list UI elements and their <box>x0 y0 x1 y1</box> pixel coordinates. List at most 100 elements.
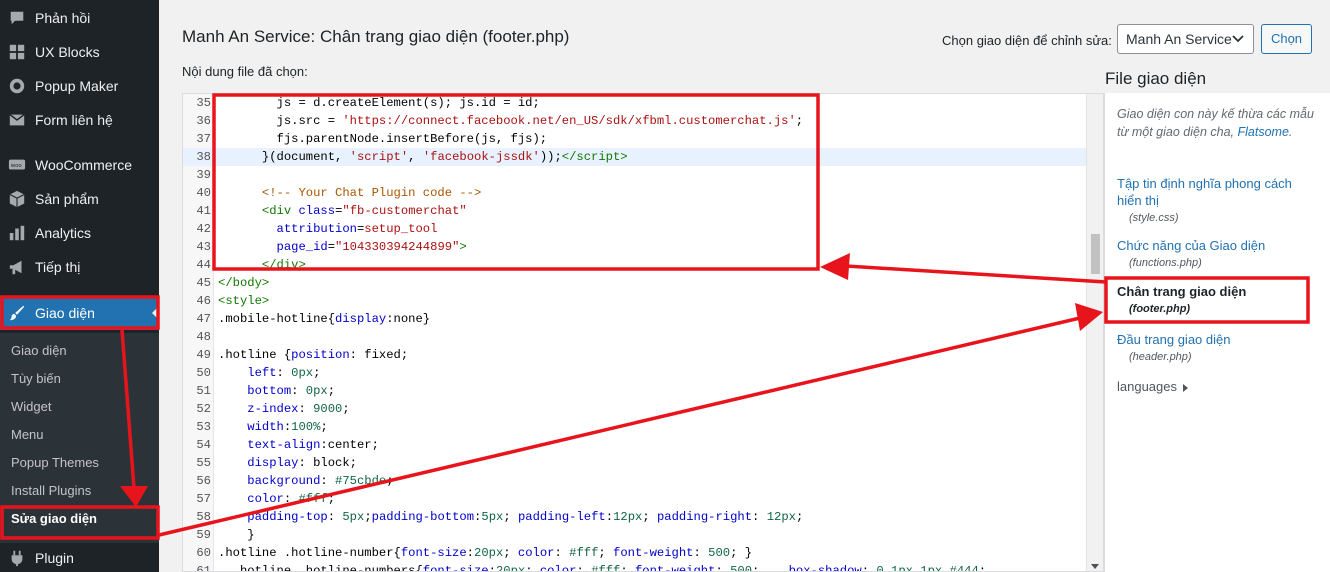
code-line[interactable]: 44 </div> <box>183 256 1086 274</box>
line-number: 41 <box>196 204 211 218</box>
code-line[interactable]: 48 <box>183 328 1086 346</box>
sidebar-item-ux-blocks[interactable]: UX Blocks <box>0 35 159 69</box>
line-number: 57 <box>196 492 211 506</box>
line-number: 48 <box>196 330 211 344</box>
line-code[interactable]: </body> <box>218 274 269 292</box>
line-code[interactable]: color: #fff; <box>218 490 335 508</box>
file-name[interactable]: Tập tin định nghĩa phong cách hiển thị <box>1117 175 1317 209</box>
code-line[interactable]: 57 color: #fff; <box>183 490 1086 508</box>
code-line[interactable]: 58 padding-top: 5px;padding-bottom:5px; … <box>183 508 1086 526</box>
choose-theme-button[interactable]: Chọn <box>1261 24 1312 54</box>
code-line[interactable]: 46 <style> <box>183 292 1086 310</box>
sidebar-item-appearance[interactable]: Giao diện <box>0 296 159 330</box>
line-code[interactable]: text-align:center; <box>218 436 379 454</box>
line-code[interactable]: .mobile-hotline{display:none} <box>218 310 430 328</box>
plugin-icon <box>7 548 27 568</box>
line-code[interactable]: .hotline {position: fixed; <box>218 346 408 364</box>
code-line[interactable]: 42 attribution=setup_tool <box>183 220 1086 238</box>
line-code[interactable]: js.src = 'https://connect.facebook.net/e… <box>218 112 804 130</box>
code-line[interactable]: 49 .hotline {position: fixed; <box>183 346 1086 364</box>
editor-scrollbar[interactable] <box>1086 94 1103 571</box>
submenu-customize[interactable]: Tùy biến <box>11 368 61 390</box>
line-code[interactable]: width:100%; <box>218 418 328 436</box>
code-line[interactable]: 36 js.src = 'https://connect.facebook.ne… <box>183 112 1086 130</box>
line-code[interactable]: left: 0px; <box>218 364 320 382</box>
sidebar-item-label: Sản phẩm <box>35 191 99 207</box>
code-line[interactable]: 61 .hotline .hotline-numbers{font-size:2… <box>183 562 1086 571</box>
submenu-menus[interactable]: Menu <box>11 424 44 446</box>
code-line[interactable]: 38 }(document, 'script', 'facebook-jssdk… <box>183 148 1086 166</box>
line-code[interactable]: attribution=setup_tool <box>218 220 438 238</box>
code-line[interactable]: 35 js = d.createElement(s); js.id = id; <box>183 94 1086 112</box>
file-name[interactable]: Chân trang giao diện <box>1117 283 1317 300</box>
line-code[interactable]: </div> <box>218 256 306 274</box>
code-editor[interactable]: 35 js = d.createElement(s); js.id = id; 3… <box>182 93 1104 572</box>
line-code[interactable]: js = d.createElement(s); js.id = id; <box>218 94 540 112</box>
sidebar-item-products[interactable]: Sản phẩm <box>0 182 159 216</box>
code-line[interactable]: 55 display: block; <box>183 454 1086 472</box>
submenu-themes[interactable]: Giao diện <box>11 340 67 362</box>
parent-theme-link[interactable]: Flatsome <box>1238 125 1289 139</box>
languages-folder[interactable]: languages <box>1117 379 1188 394</box>
submenu-theme-editor[interactable]: Sửa giao diện <box>11 508 97 530</box>
theme-select[interactable]: Manh An Service <box>1117 24 1254 54</box>
line-number: 40 <box>196 186 211 200</box>
file-item-header[interactable]: Đầu trang giao diện (header.php) <box>1117 331 1317 363</box>
code-line[interactable]: 51 bottom: 0px; <box>183 382 1086 400</box>
code-line[interactable]: 41 <div class="fb-customerchat" <box>183 202 1086 220</box>
svg-text:woo: woo <box>11 163 22 169</box>
code-line[interactable]: 59 } <box>183 526 1086 544</box>
line-code[interactable]: page_id="104330394244899"> <box>218 238 467 256</box>
scrollbar-thumb[interactable] <box>1091 234 1100 274</box>
file-name[interactable]: Đầu trang giao diện <box>1117 331 1317 348</box>
code-line[interactable]: 60 .hotline .hotline-number{font-size:20p… <box>183 544 1086 562</box>
sidebar-item-feedback[interactable]: Phản hồi <box>0 1 159 35</box>
line-code[interactable]: <!-- Your Chat Plugin code --> <box>218 184 481 202</box>
code-line[interactable]: 50 left: 0px; <box>183 364 1086 382</box>
code-line[interactable]: 37 fjs.parentNode.insertBefore(js, fjs); <box>183 130 1086 148</box>
file-item-footer[interactable]: Chân trang giao diện (footer.php) <box>1117 283 1317 315</box>
line-number: 46 <box>196 294 211 308</box>
line-code[interactable]: .hotline .hotline-numbers{font-size:20px… <box>218 562 987 571</box>
sidebar-item-analytics[interactable]: Analytics <box>0 216 159 250</box>
code-line[interactable]: 43 page_id="104330394244899"> <box>183 238 1086 256</box>
line-code[interactable]: <style> <box>218 292 269 310</box>
selected-file-label: Nội dung file đã chọn: <box>182 64 308 79</box>
code-line[interactable]: 54 text-align:center; <box>183 436 1086 454</box>
sidebar-item-plugins[interactable]: Plugin <box>0 541 159 572</box>
submenu-widgets[interactable]: Widget <box>11 396 51 418</box>
code-line[interactable]: 53 width:100%; <box>183 418 1086 436</box>
line-code[interactable]: z-index: 9000; <box>218 400 349 418</box>
sidebar-item-woocommerce[interactable]: woo WooCommerce <box>0 148 159 182</box>
line-code[interactable]: .hotline .hotline-number{font-size:20px;… <box>218 544 752 562</box>
submenu-popup-themes[interactable]: Popup Themes <box>11 452 99 474</box>
line-code[interactable]: fjs.parentNode.insertBefore(js, fjs); <box>218 130 548 148</box>
theme-files-panel: Giao diện con này kế thừa các mẫu từ một… <box>1104 93 1330 572</box>
scroll-down-arrow-icon[interactable] <box>1091 564 1099 569</box>
line-code[interactable]: bottom: 0px; <box>218 382 335 400</box>
code-line[interactable]: 40 <!-- Your Chat Plugin code --> <box>183 184 1086 202</box>
file-item-style[interactable]: Tập tin định nghĩa phong cách hiển thị (… <box>1117 175 1317 224</box>
line-number: 55 <box>196 456 211 470</box>
line-code[interactable]: }(document, 'script', 'facebook-jssdk'))… <box>218 148 628 166</box>
file-item-functions[interactable]: Chức năng của Giao diện (functions.php) <box>1117 237 1317 269</box>
file-name[interactable]: Chức năng của Giao diện <box>1117 237 1317 254</box>
sidebar-item-popup-maker[interactable]: Popup Maker <box>0 69 159 103</box>
file-path: (functions.php) <box>1129 257 1202 269</box>
line-code[interactable]: padding-top: 5px;padding-bottom:5px; pad… <box>218 508 803 526</box>
sidebar-item-contact-form[interactable]: Form liên hệ <box>0 103 159 137</box>
line-code[interactable]: display: block; <box>218 454 357 472</box>
code-line[interactable]: 39 <box>183 166 1086 184</box>
file-path: (footer.php) <box>1129 303 1191 315</box>
child-theme-notice: Giao diện con này kế thừa các mẫu từ một… <box>1117 105 1317 141</box>
line-code[interactable]: } <box>218 526 254 544</box>
submenu-install-plugins[interactable]: Install Plugins <box>11 480 91 502</box>
expand-triangle-icon <box>1183 383 1188 392</box>
code-line[interactable]: 47 .mobile-hotline{display:none} <box>183 310 1086 328</box>
code-line[interactable]: 56 background: #75cbde; <box>183 472 1086 490</box>
line-code[interactable]: background: #75cbde; <box>218 472 393 490</box>
code-line[interactable]: 45 </body> <box>183 274 1086 292</box>
line-code[interactable]: <div class="fb-customerchat" <box>218 202 467 220</box>
sidebar-item-marketing[interactable]: Tiếp thị <box>0 250 159 284</box>
code-line[interactable]: 52 z-index: 9000; <box>183 400 1086 418</box>
